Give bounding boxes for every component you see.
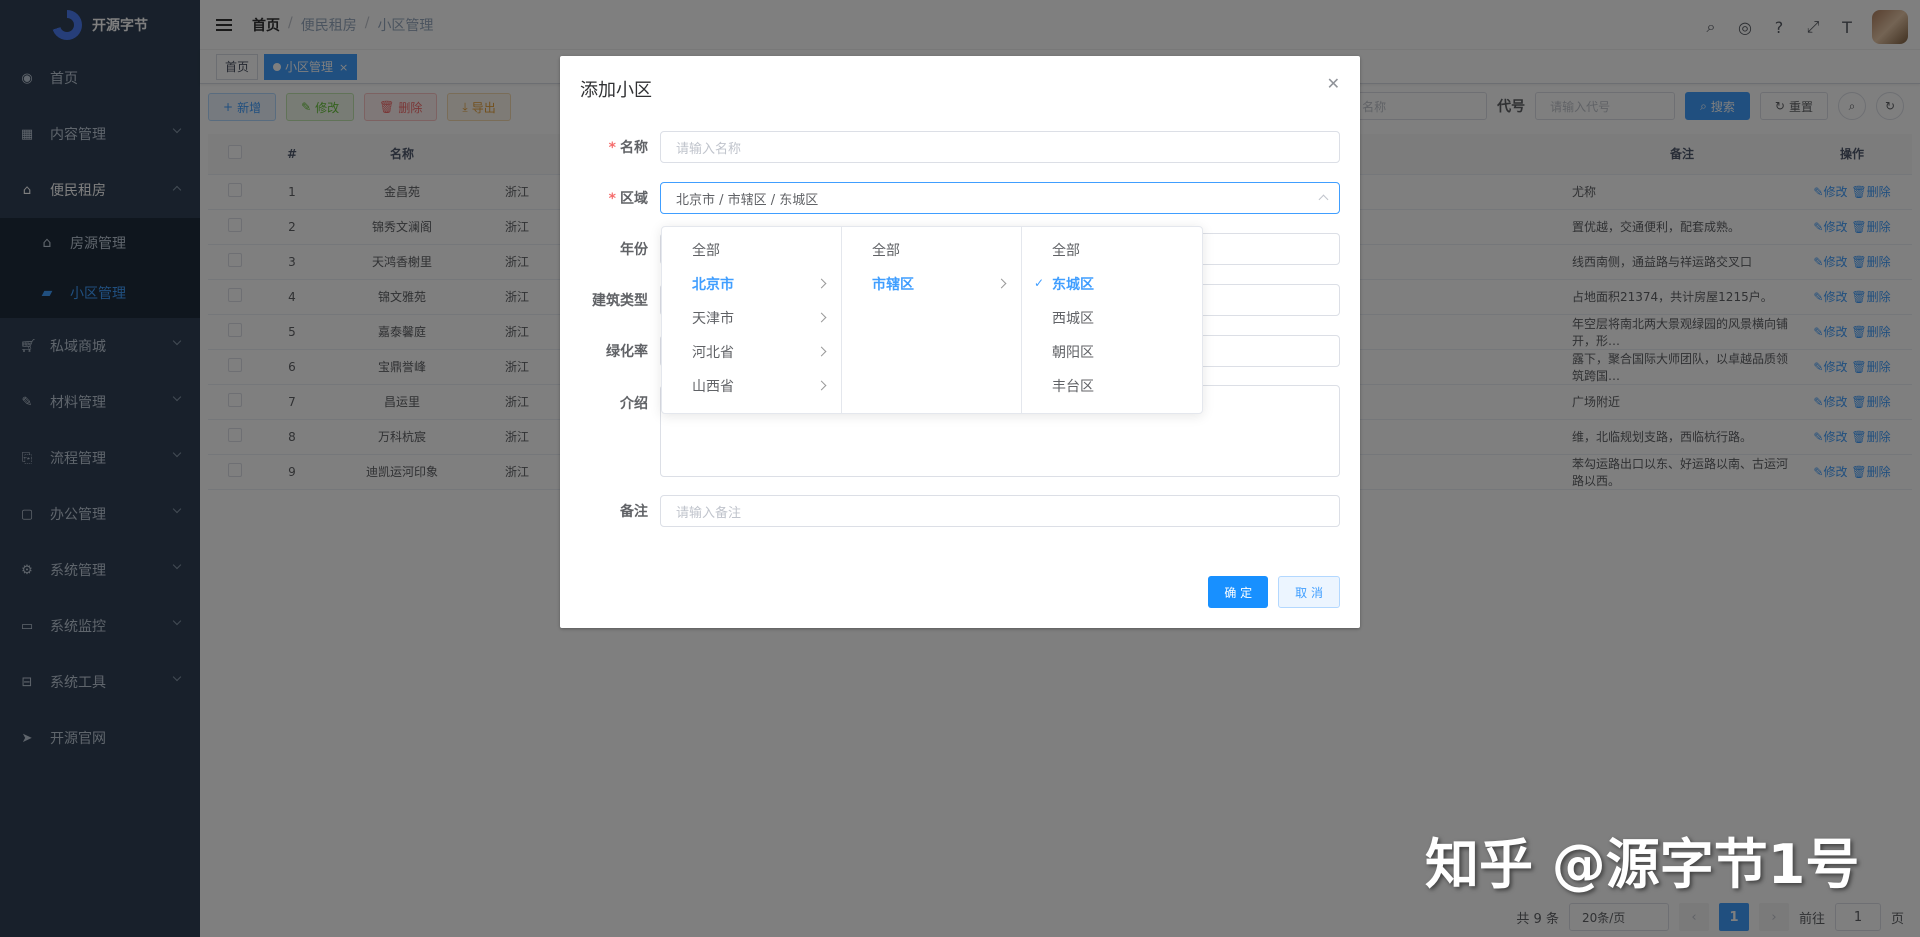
- intro-label: 介绍: [620, 396, 648, 412]
- cascader-option[interactable]: 朝阳区: [1022, 335, 1202, 369]
- note-label: 备注: [620, 504, 648, 520]
- chevron-right-icon: [996, 278, 1007, 289]
- dialog-footer: 确 定 取 消: [1208, 576, 1340, 608]
- note-input[interactable]: 请输入备注: [660, 495, 1340, 527]
- region-cascader[interactable]: 北京市 / 市辖区 / 东城区: [660, 182, 1340, 214]
- form-row-name: * 名称 请输入名称: [560, 131, 1360, 163]
- chevron-right-icon: [816, 278, 827, 289]
- chevron-right-icon: [816, 380, 827, 391]
- cascader-menu-province: 全部 北京市 天津市 河北省 山西省: [662, 227, 842, 413]
- cascader-option[interactable]: 天津市: [662, 301, 841, 335]
- cascader-menu-city: 全部 市辖区: [842, 227, 1022, 413]
- cascader-option[interactable]: 河北省: [662, 335, 841, 369]
- cascader-option[interactable]: 山西省: [662, 369, 841, 403]
- cascader-option[interactable]: 市辖区: [842, 267, 1021, 301]
- cascader-option[interactable]: ✓ 东城区: [1022, 267, 1202, 301]
- dialog-title: 添加小区: [580, 80, 652, 101]
- form-row-region: * 区域 北京市 / 市辖区 / 东城区: [560, 182, 1360, 214]
- name-input[interactable]: 请输入名称: [660, 131, 1340, 163]
- cascader-option[interactable]: 北京市: [662, 267, 841, 301]
- form-row-note: 备注 请输入备注: [560, 495, 1360, 527]
- cascader-option[interactable]: 丰台区: [1022, 369, 1202, 403]
- check-icon: ✓: [1034, 276, 1045, 290]
- watermark: 知乎 @源字节1号: [1425, 833, 1860, 896]
- region-cascader-dropdown: 全部 北京市 天津市 河北省 山西省 全部 市辖区 全部 ✓ 东城区 西城区 朝阳…: [661, 226, 1203, 414]
- chevron-right-icon: [816, 312, 827, 323]
- chevron-right-icon: [816, 346, 827, 357]
- cascader-option[interactable]: 全部: [1022, 233, 1202, 267]
- building-type-label: 建筑类型: [592, 293, 648, 309]
- cascader-option[interactable]: 全部: [842, 233, 1021, 267]
- cascader-option[interactable]: 西城区: [1022, 301, 1202, 335]
- cascader-option[interactable]: 全部: [662, 233, 841, 267]
- cancel-button[interactable]: 取 消: [1278, 576, 1340, 608]
- year-label: 年份: [620, 242, 648, 258]
- confirm-button[interactable]: 确 定: [1208, 576, 1269, 608]
- close-icon[interactable]: ✕: [1327, 74, 1340, 93]
- region-label: * 区域: [608, 191, 648, 207]
- name-label: * 名称: [608, 140, 648, 156]
- green-rate-label: 绿化率: [606, 344, 648, 360]
- cascader-menu-district: 全部 ✓ 东城区 西城区 朝阳区 丰台区: [1022, 227, 1202, 413]
- chevron-up-icon: [1318, 194, 1329, 205]
